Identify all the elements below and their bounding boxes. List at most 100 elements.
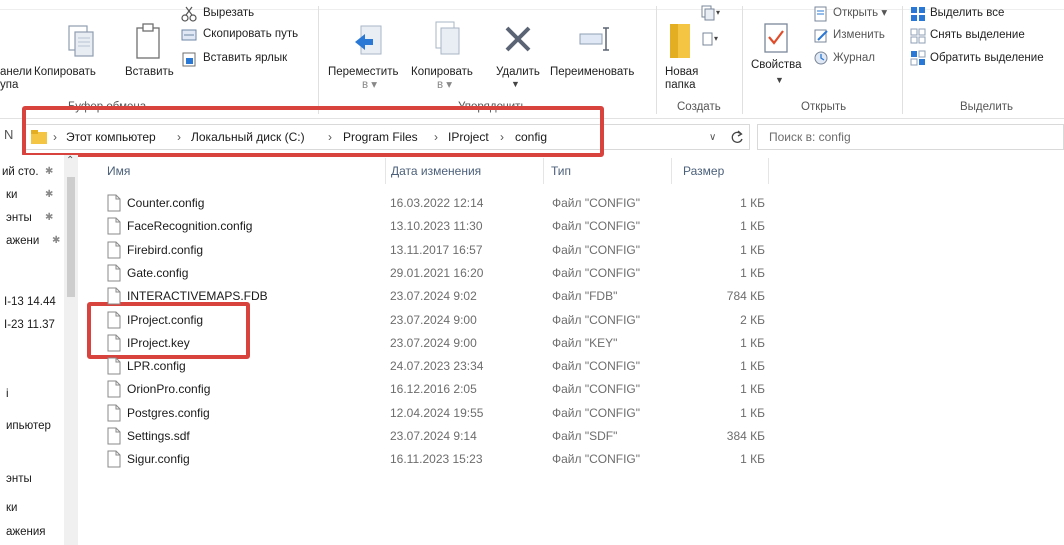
edit-icon[interactable] xyxy=(813,28,829,44)
refresh-icon[interactable] xyxy=(730,130,744,144)
rename-button[interactable]: Переименовать xyxy=(550,66,634,79)
select-none-button[interactable]: Снять выделение xyxy=(930,29,1025,42)
chevron-right-icon[interactable]: › xyxy=(53,130,57,144)
nav-item[interactable]: ий сто. xyxy=(2,166,39,178)
table-row[interactable]: Sigur.config 16.11.2023 15:23 Файл "CONFIG… xyxy=(78,448,1064,471)
breadcrumb-config[interactable]: config xyxy=(515,130,547,144)
copy-to-button[interactable]: Копировать xyxy=(411,66,473,79)
table-row[interactable]: FaceRecognition.config 13.10.2023 11:30 Фа… xyxy=(78,215,1064,238)
select-group-label: Выделить xyxy=(960,101,1014,113)
nav-item[interactable]: ажения xyxy=(6,526,46,538)
paste-shortcut-icon[interactable] xyxy=(181,51,197,67)
file-size: 1 КБ xyxy=(740,219,765,234)
nav-scrollbar-thumb[interactable] xyxy=(67,177,75,297)
nav-item[interactable]: энты xyxy=(6,212,32,224)
rename-icon[interactable] xyxy=(578,26,612,52)
new-folder-button-2[interactable]: папка xyxy=(665,79,696,92)
file-name: Postgres.config xyxy=(127,405,210,420)
pin-to-quick-access-label[interactable]: анели xyxy=(0,66,32,79)
new-folder-button[interactable]: Новая xyxy=(665,66,698,79)
table-row[interactable]: IProject.key 23.07.2024 9:00 Файл "KEY" 1 К… xyxy=(78,332,1064,355)
nav-item[interactable]: ажени xyxy=(6,235,39,247)
address-bar[interactable]: › Этот компьютер › Локальный диск (C:) ›… xyxy=(24,124,750,150)
pin-icon: ✱ xyxy=(52,235,61,246)
copy-path-button[interactable]: Скопировать путь xyxy=(203,28,298,41)
nav-item[interactable]: і xyxy=(6,388,9,400)
table-row[interactable]: Firebird.config 13.11.2017 16:57 Файл "CON… xyxy=(78,239,1064,262)
invert-selection-button[interactable]: Обратить выделение xyxy=(930,52,1044,65)
column-header-date[interactable]: Дата изменения xyxy=(391,164,481,178)
table-row[interactable]: OrionPro.config 16.12.2016 2:05 Файл "CONF… xyxy=(78,378,1064,401)
chevron-left-icon[interactable]: N xyxy=(4,128,13,141)
new-folder-icon[interactable] xyxy=(668,18,692,60)
copy-button[interactable]: Копировать xyxy=(34,66,96,79)
delete-dropdown-chevron-icon[interactable]: ▼ xyxy=(511,78,520,91)
properties-icon[interactable] xyxy=(763,22,789,54)
select-all-button[interactable]: Выделить все xyxy=(930,7,1004,20)
properties-dropdown-chevron-icon[interactable]: ▼ xyxy=(775,74,784,87)
ribbon-separator xyxy=(902,6,903,114)
move-to-dropdown[interactable]: в ▾ xyxy=(362,79,377,92)
file-name: INTERACTIVEMAPS.FDB xyxy=(127,289,268,304)
column-divider[interactable] xyxy=(385,158,386,184)
search-box[interactable] xyxy=(757,124,1064,150)
properties-button[interactable]: Свойства xyxy=(751,59,802,72)
chevron-right-icon[interactable]: › xyxy=(434,130,438,144)
breadcrumb-iproject[interactable]: IProject xyxy=(448,130,489,144)
table-row[interactable]: IProject.config 23.07.2024 9:00 Файл "CONF… xyxy=(78,309,1064,332)
column-header-name[interactable]: Имя xyxy=(107,164,130,178)
nav-scrollbar[interactable]: ⌃ xyxy=(64,155,78,545)
easy-access-icon[interactable]: ▾ xyxy=(700,30,722,48)
table-row[interactable]: Counter.config 16.03.2022 12:14 Файл "CONF… xyxy=(78,192,1064,215)
breadcrumb-program-files[interactable]: Program Files xyxy=(343,130,418,144)
file-size: 1 КБ xyxy=(740,452,765,467)
column-divider[interactable] xyxy=(543,158,544,184)
chevron-right-icon[interactable]: › xyxy=(328,130,332,144)
paste-shortcut-button[interactable]: Вставить ярлык xyxy=(203,52,287,65)
history-button[interactable]: Журнал xyxy=(833,52,875,65)
column-divider[interactable] xyxy=(671,158,672,184)
table-row[interactable]: LPR.config 24.07.2023 23:34 Файл "CONFIG" 1… xyxy=(78,355,1064,378)
chevron-right-icon[interactable]: › xyxy=(500,130,504,144)
copy-icon[interactable] xyxy=(66,24,96,60)
paste-button[interactable]: Вставить xyxy=(125,66,174,79)
open-button[interactable]: Открыть ▾ xyxy=(833,7,887,20)
scroll-up-chevron-icon[interactable]: ⌃ xyxy=(66,155,74,166)
copy-to-icon[interactable] xyxy=(432,20,462,60)
select-all-icon[interactable] xyxy=(910,6,926,22)
move-to-button[interactable]: Переместить xyxy=(328,66,398,79)
paste-icon[interactable] xyxy=(134,22,162,60)
nav-item[interactable]: I-23 11.37 xyxy=(4,319,55,331)
address-history-chevron-down-icon[interactable]: ∨ xyxy=(709,132,716,143)
nav-item[interactable]: ки xyxy=(6,189,17,201)
invert-selection-icon[interactable] xyxy=(910,50,926,66)
table-row[interactable]: Postgres.config 12.04.2024 19:55 Файл "CON… xyxy=(78,402,1064,425)
nav-item[interactable]: ки xyxy=(6,502,17,514)
nav-item[interactable]: энты xyxy=(6,473,32,485)
cut-button[interactable]: Вырезать xyxy=(203,7,254,20)
history-icon[interactable] xyxy=(813,50,829,66)
copy-path-icon[interactable] xyxy=(181,28,197,42)
copy-to-dropdown[interactable]: в ▾ xyxy=(437,79,452,92)
new-item-icon[interactable]: ▾ xyxy=(700,4,722,22)
move-to-icon[interactable] xyxy=(353,22,385,60)
cut-icon[interactable] xyxy=(181,6,197,22)
pin-to-quick-access-label-2[interactable]: упа xyxy=(0,79,18,92)
open-icon[interactable] xyxy=(813,6,829,22)
table-row[interactable]: Settings.sdf 23.07.2024 9:14 Файл "SDF" 384… xyxy=(78,425,1064,448)
nav-item[interactable]: I-13 14.44 xyxy=(4,296,56,308)
select-none-icon[interactable] xyxy=(910,28,926,44)
column-header-type[interactable]: Тип xyxy=(551,164,571,178)
table-row[interactable]: Gate.config 29.01.2021 16:20 Файл "CONFIG"… xyxy=(78,262,1064,285)
breadcrumb-this-pc[interactable]: Этот компьютер xyxy=(66,130,156,144)
file-size: 1 КБ xyxy=(740,335,765,350)
delete-icon[interactable] xyxy=(503,24,533,54)
breadcrumb-local-disk[interactable]: Локальный диск (C:) xyxy=(191,130,305,144)
column-divider[interactable] xyxy=(768,158,769,184)
chevron-right-icon[interactable]: › xyxy=(177,130,181,144)
edit-button[interactable]: Изменить xyxy=(833,29,885,42)
table-row[interactable]: INTERACTIVEMAPS.FDB 23.07.2024 9:02 Файл "… xyxy=(78,285,1064,308)
column-header-size[interactable]: Размер xyxy=(683,164,724,178)
nav-item-this-pc[interactable]: ипьютер xyxy=(6,420,51,432)
search-input[interactable] xyxy=(769,126,1059,148)
